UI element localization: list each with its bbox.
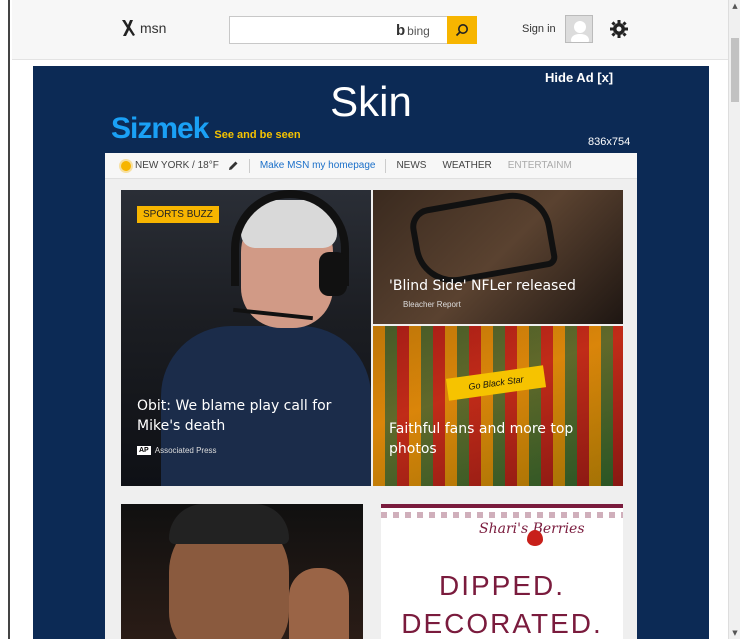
strawberry-icon <box>527 530 543 546</box>
football-helmet-icon <box>407 190 559 290</box>
gear-icon[interactable] <box>609 19 629 39</box>
page-scrollbar[interactable]: ▲ ▼ <box>728 0 740 639</box>
sizmek-brand: Sizmek <box>111 112 209 145</box>
ad-pattern <box>381 512 623 518</box>
msn-logo-text: msn <box>140 20 167 36</box>
make-homepage-link[interactable]: Make MSN my homepage <box>260 160 376 171</box>
bing-brand-label: bing <box>407 23 430 38</box>
user-avatar-icon <box>571 21 589 42</box>
ad-line-dipped: DIPPED. <box>438 570 566 601</box>
nav-divider <box>248 158 250 173</box>
ad-size-label: 836x754 <box>588 136 631 148</box>
hero-source: AP Associated Press <box>137 446 217 455</box>
search-icon <box>455 24 468 37</box>
ad-tile-sharis-berries[interactable]: Shari's Berries DIPPED. DECORATED. <box>381 504 623 639</box>
bing-logo-icon: b <box>396 22 406 39</box>
msn-butterfly-icon <box>122 20 135 36</box>
window-left-edge <box>0 0 10 639</box>
ad-line-decorated: DECORATED. <box>401 608 603 639</box>
nav-item-weather[interactable]: WEATHER <box>442 160 491 171</box>
crowd-photo <box>373 326 623 486</box>
pencil-icon[interactable] <box>227 160 239 172</box>
weather-widget[interactable]: NEW YORK / 18°F <box>121 160 219 171</box>
msn-logo[interactable]: msn <box>120 18 166 38</box>
sizmek-tagline: See and be seen <box>214 129 301 141</box>
ap-logo-icon: AP <box>137 446 151 455</box>
avatar[interactable] <box>565 15 593 43</box>
sizmek-logo: Sizmek See and be seen <box>111 112 301 146</box>
story-tile-politics[interactable] <box>121 504 363 639</box>
msn-content-panel: NEW YORK / 18°F Make MSN my homepage NEW… <box>105 153 637 639</box>
story-source: Bleacher Report <box>403 300 461 309</box>
scroll-thumb[interactable] <box>731 38 739 102</box>
category-badge[interactable]: SPORTS BUZZ <box>137 206 219 223</box>
ad-skin[interactable]: Skin Hide Ad [x] Sizmek See and be seen … <box>33 66 709 639</box>
hero-photo-earcup <box>319 252 347 296</box>
sign-in-link[interactable]: Sign in <box>522 23 556 35</box>
weather-location: NEW YORK / 18°F <box>135 160 219 171</box>
story-headline[interactable]: 'Blind Side' NFLer released <box>389 278 576 294</box>
bing-brand: b bing <box>396 22 430 39</box>
hero-source-label: Associated Press <box>154 446 217 455</box>
msn-header: msn b bing Sign in <box>12 0 728 60</box>
politician-photo-hair <box>169 504 289 544</box>
story-tile-blind-side[interactable]: 'Blind Side' NFLer released Bleacher Rep… <box>373 190 623 324</box>
search-button[interactable] <box>447 16 477 44</box>
hero-headline[interactable]: Obit: We blame play call for Mike's deat… <box>137 396 357 436</box>
nav-divider <box>385 158 387 173</box>
search-input[interactable] <box>230 17 390 43</box>
story-headline[interactable]: Faithful fans and more top photos <box>389 419 609 459</box>
search-box[interactable]: b bing <box>229 16 477 44</box>
msn-navbar: NEW YORK / 18°F Make MSN my homepage NEW… <box>105 153 637 179</box>
hide-ad-button[interactable]: Hide Ad [x] <box>545 70 613 85</box>
scroll-up-arrow-icon[interactable]: ▲ <box>731 2 739 10</box>
scroll-down-arrow-icon[interactable]: ▼ <box>731 629 739 637</box>
politician-photo-hand <box>289 568 349 639</box>
nav-item-news[interactable]: NEWS <box>396 160 426 171</box>
nav-item-entertainment[interactable]: ENTERTAINM <box>508 160 572 171</box>
story-tile-fans[interactable]: Go Black Star Faithful fans and more top… <box>373 326 623 486</box>
sun-icon <box>121 160 131 171</box>
hero-story[interactable]: SPORTS BUZZ Obit: We blame play call for… <box>121 190 371 486</box>
